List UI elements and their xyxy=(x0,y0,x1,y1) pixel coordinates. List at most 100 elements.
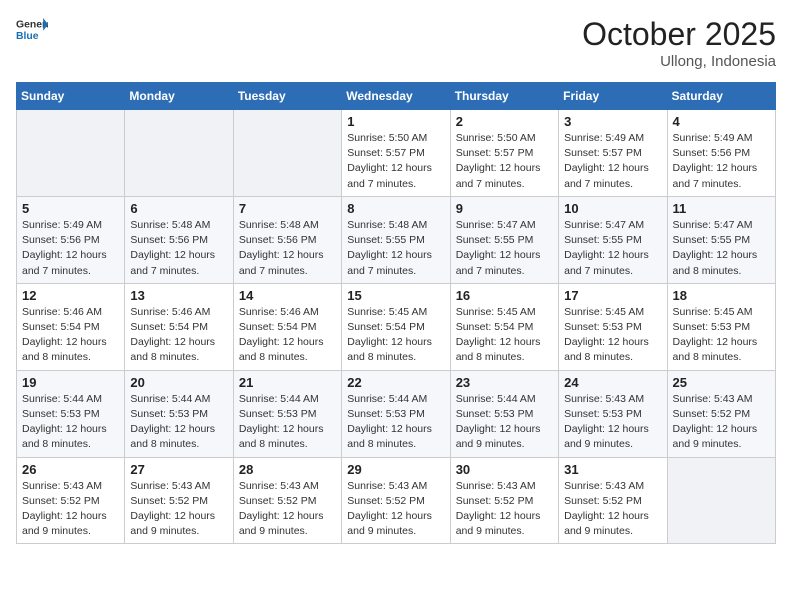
day-number: 14 xyxy=(239,288,336,303)
calendar-week-row: 1 Sunrise: 5:50 AM Sunset: 5:57 PM Daylig… xyxy=(17,110,776,197)
calendar-cell: 1 Sunrise: 5:50 AM Sunset: 5:57 PM Daylig… xyxy=(342,110,450,197)
day-info: Sunrise: 5:44 AM Sunset: 5:53 PM Dayligh… xyxy=(347,392,444,453)
weekday-header-row: SundayMondayTuesdayWednesdayThursdayFrid… xyxy=(17,83,776,110)
day-number: 19 xyxy=(22,375,119,390)
day-info: Sunrise: 5:44 AM Sunset: 5:53 PM Dayligh… xyxy=(130,392,227,453)
calendar-cell: 14 Sunrise: 5:46 AM Sunset: 5:54 PM Dayli… xyxy=(233,283,341,370)
calendar-cell: 8 Sunrise: 5:48 AM Sunset: 5:55 PM Daylig… xyxy=(342,196,450,283)
day-number: 13 xyxy=(130,288,227,303)
day-info: Sunrise: 5:43 AM Sunset: 5:53 PM Dayligh… xyxy=(564,392,661,453)
weekday-header: Friday xyxy=(559,83,667,110)
day-info: Sunrise: 5:43 AM Sunset: 5:52 PM Dayligh… xyxy=(347,479,444,540)
weekday-header: Monday xyxy=(125,83,233,110)
day-number: 16 xyxy=(456,288,553,303)
calendar-cell: 12Sunrise: 5:46 AM Sunset: 5:54 PM Dayli… xyxy=(17,283,125,370)
day-info: Sunrise: 5:45 AM Sunset: 5:53 PM Dayligh… xyxy=(673,305,770,366)
calendar-cell: 6Sunrise: 5:48 AM Sunset: 5:56 PM Daylig… xyxy=(125,196,233,283)
calendar-cell: 16 Sunrise: 5:45 AM Sunset: 5:54 PM Dayli… xyxy=(450,283,558,370)
day-info: Sunrise: 5:49 AM Sunset: 5:56 PM Dayligh… xyxy=(673,131,770,192)
day-number: 7 xyxy=(239,201,336,216)
logo: General Blue xyxy=(16,16,52,44)
calendar-cell: 19 Sunrise: 5:44 AM Sunset: 5:53 PM Dayli… xyxy=(17,370,125,457)
day-info: Sunrise: 5:45 AM Sunset: 5:54 PM Dayligh… xyxy=(347,305,444,366)
day-info: Sunrise: 5:44 AM Sunset: 5:53 PM Dayligh… xyxy=(22,392,119,453)
day-number: 21 xyxy=(239,375,336,390)
calendar-cell: 26 Sunrise: 5:43 AM Sunset: 5:52 PM Dayli… xyxy=(17,457,125,544)
calendar-cell: 10 Sunrise: 5:47 AM Sunset: 5:55 PM Dayli… xyxy=(559,196,667,283)
day-number: 20 xyxy=(130,375,227,390)
calendar-cell: 21 Sunrise: 5:44 AM Sunset: 5:53 PM Dayli… xyxy=(233,370,341,457)
calendar-cell: 28Sunrise: 5:43 AM Sunset: 5:52 PM Dayli… xyxy=(233,457,341,544)
calendar-cell: 27Sunrise: 5:43 AM Sunset: 5:52 PM Dayli… xyxy=(125,457,233,544)
calendar-cell: 13 Sunrise: 5:46 AM Sunset: 5:54 PM Dayli… xyxy=(125,283,233,370)
calendar-cell: 9 Sunrise: 5:47 AM Sunset: 5:55 PM Daylig… xyxy=(450,196,558,283)
day-number: 25 xyxy=(673,375,770,390)
day-number: 17 xyxy=(564,288,661,303)
day-info: Sunrise: 5:43 AM Sunset: 5:52 PM Dayligh… xyxy=(673,392,770,453)
calendar-cell: 20 Sunrise: 5:44 AM Sunset: 5:53 PM Dayli… xyxy=(125,370,233,457)
day-number: 18 xyxy=(673,288,770,303)
day-number: 30 xyxy=(456,462,553,477)
calendar-week-row: 26 Sunrise: 5:43 AM Sunset: 5:52 PM Dayli… xyxy=(17,457,776,544)
calendar-cell: 18 Sunrise: 5:45 AM Sunset: 5:53 PM Dayli… xyxy=(667,283,775,370)
weekday-header: Wednesday xyxy=(342,83,450,110)
calendar-week-row: 19 Sunrise: 5:44 AM Sunset: 5:53 PM Dayli… xyxy=(17,370,776,457)
day-number: 31 xyxy=(564,462,661,477)
day-number: 28 xyxy=(239,462,336,477)
day-info: Sunrise: 5:47 AM Sunset: 5:55 PM Dayligh… xyxy=(673,218,770,279)
day-number: 11 xyxy=(673,201,770,216)
day-info: Sunrise: 5:43 AM Sunset: 5:52 PM Dayligh… xyxy=(130,479,227,540)
day-info: Sunrise: 5:45 AM Sunset: 5:54 PM Dayligh… xyxy=(456,305,553,366)
calendar-cell: 17 Sunrise: 5:45 AM Sunset: 5:53 PM Dayli… xyxy=(559,283,667,370)
day-info: Sunrise: 5:50 AM Sunset: 5:57 PM Dayligh… xyxy=(347,131,444,192)
calendar-cell: 2 Sunrise: 5:50 AM Sunset: 5:57 PM Daylig… xyxy=(450,110,558,197)
day-number: 12 xyxy=(22,288,119,303)
weekday-header: Sunday xyxy=(17,83,125,110)
weekday-header: Thursday xyxy=(450,83,558,110)
calendar-cell: 11 Sunrise: 5:47 AM Sunset: 5:55 PM Dayli… xyxy=(667,196,775,283)
calendar-cell: 30Sunrise: 5:43 AM Sunset: 5:52 PM Dayli… xyxy=(450,457,558,544)
day-info: Sunrise: 5:48 AM Sunset: 5:56 PM Dayligh… xyxy=(239,218,336,279)
day-info: Sunrise: 5:48 AM Sunset: 5:56 PM Dayligh… xyxy=(130,218,227,279)
day-number: 8 xyxy=(347,201,444,216)
day-number: 26 xyxy=(22,462,119,477)
day-number: 9 xyxy=(456,201,553,216)
calendar-week-row: 12 Sunrise: 5:46 AM Sunset: 5:54 PM Dayli… xyxy=(17,283,776,370)
day-info: Sunrise: 5:47 AM Sunset: 5:55 PM Dayligh… xyxy=(564,218,661,279)
calendar-cell: 31 Sunrise: 5:43 AM Sunset: 5:52 PM Dayli… xyxy=(559,457,667,544)
day-info: Sunrise: 5:46 AM Sunset: 5:54 PM Dayligh… xyxy=(130,305,227,366)
day-info: Sunrise: 5:43 AM Sunset: 5:52 PM Dayligh… xyxy=(22,479,119,540)
title-area: October 2025 Ullong, Indonesia xyxy=(582,16,776,70)
day-info: Sunrise: 5:47 AM Sunset: 5:55 PM Dayligh… xyxy=(456,218,553,279)
day-number: 23 xyxy=(456,375,553,390)
svg-text:Blue: Blue xyxy=(16,31,39,42)
day-info: Sunrise: 5:48 AM Sunset: 5:55 PM Dayligh… xyxy=(347,218,444,279)
calendar-cell xyxy=(125,110,233,197)
day-number: 22 xyxy=(347,375,444,390)
calendar-cell: 15 Sunrise: 5:45 AM Sunset: 5:54 PM Dayli… xyxy=(342,283,450,370)
day-number: 5 xyxy=(22,201,119,216)
day-info: Sunrise: 5:44 AM Sunset: 5:53 PM Dayligh… xyxy=(456,392,553,453)
day-info: Sunrise: 5:50 AM Sunset: 5:57 PM Dayligh… xyxy=(456,131,553,192)
calendar-cell: 4 Sunrise: 5:49 AM Sunset: 5:56 PM Daylig… xyxy=(667,110,775,197)
day-number: 10 xyxy=(564,201,661,216)
day-number: 1 xyxy=(347,114,444,129)
calendar-cell: 22 Sunrise: 5:44 AM Sunset: 5:53 PM Dayli… xyxy=(342,370,450,457)
day-info: Sunrise: 5:49 AM Sunset: 5:56 PM Dayligh… xyxy=(22,218,119,279)
header: General Blue October 2025 Ullong, Indone… xyxy=(16,16,776,70)
day-info: Sunrise: 5:49 AM Sunset: 5:57 PM Dayligh… xyxy=(564,131,661,192)
calendar-cell: 23 Sunrise: 5:44 AM Sunset: 5:53 PM Dayli… xyxy=(450,370,558,457)
day-info: Sunrise: 5:46 AM Sunset: 5:54 PM Dayligh… xyxy=(239,305,336,366)
month-title: October 2025 xyxy=(582,16,776,53)
calendar-cell: 25 Sunrise: 5:43 AM Sunset: 5:52 PM Dayli… xyxy=(667,370,775,457)
day-info: Sunrise: 5:45 AM Sunset: 5:53 PM Dayligh… xyxy=(564,305,661,366)
day-number: 15 xyxy=(347,288,444,303)
logo-icon: General Blue xyxy=(16,16,48,44)
day-number: 2 xyxy=(456,114,553,129)
day-info: Sunrise: 5:43 AM Sunset: 5:52 PM Dayligh… xyxy=(564,479,661,540)
day-number: 29 xyxy=(347,462,444,477)
calendar-cell: 7 Sunrise: 5:48 AM Sunset: 5:56 PM Daylig… xyxy=(233,196,341,283)
day-info: Sunrise: 5:44 AM Sunset: 5:53 PM Dayligh… xyxy=(239,392,336,453)
calendar-cell xyxy=(17,110,125,197)
day-number: 4 xyxy=(673,114,770,129)
